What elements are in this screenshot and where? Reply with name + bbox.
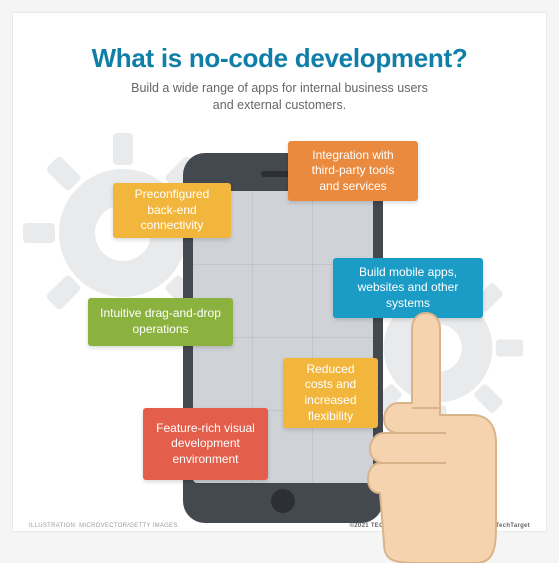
subtitle: Build a wide range of apps for internal … (120, 80, 440, 114)
infographic-frame: What is no-code development? Build a wid… (12, 12, 547, 532)
title: What is no-code development? (53, 43, 506, 74)
footer-credit-left: ILLUSTRATION: MICROVECTOR/GETTY IMAGES (29, 523, 178, 529)
callout-backend: Preconfigured back-end connectivity (113, 183, 231, 238)
pointing-hand-icon (336, 303, 516, 563)
callout-integration: Integration with third-party tools and s… (288, 141, 418, 201)
callout-feature: Feature-rich visual development environm… (143, 408, 268, 480)
callout-intuitive: Intuitive drag-and-drop operations (88, 298, 233, 346)
diagram-stage: Integration with third-party tools and s… (13, 113, 546, 533)
header: What is no-code development? Build a wid… (13, 13, 546, 124)
